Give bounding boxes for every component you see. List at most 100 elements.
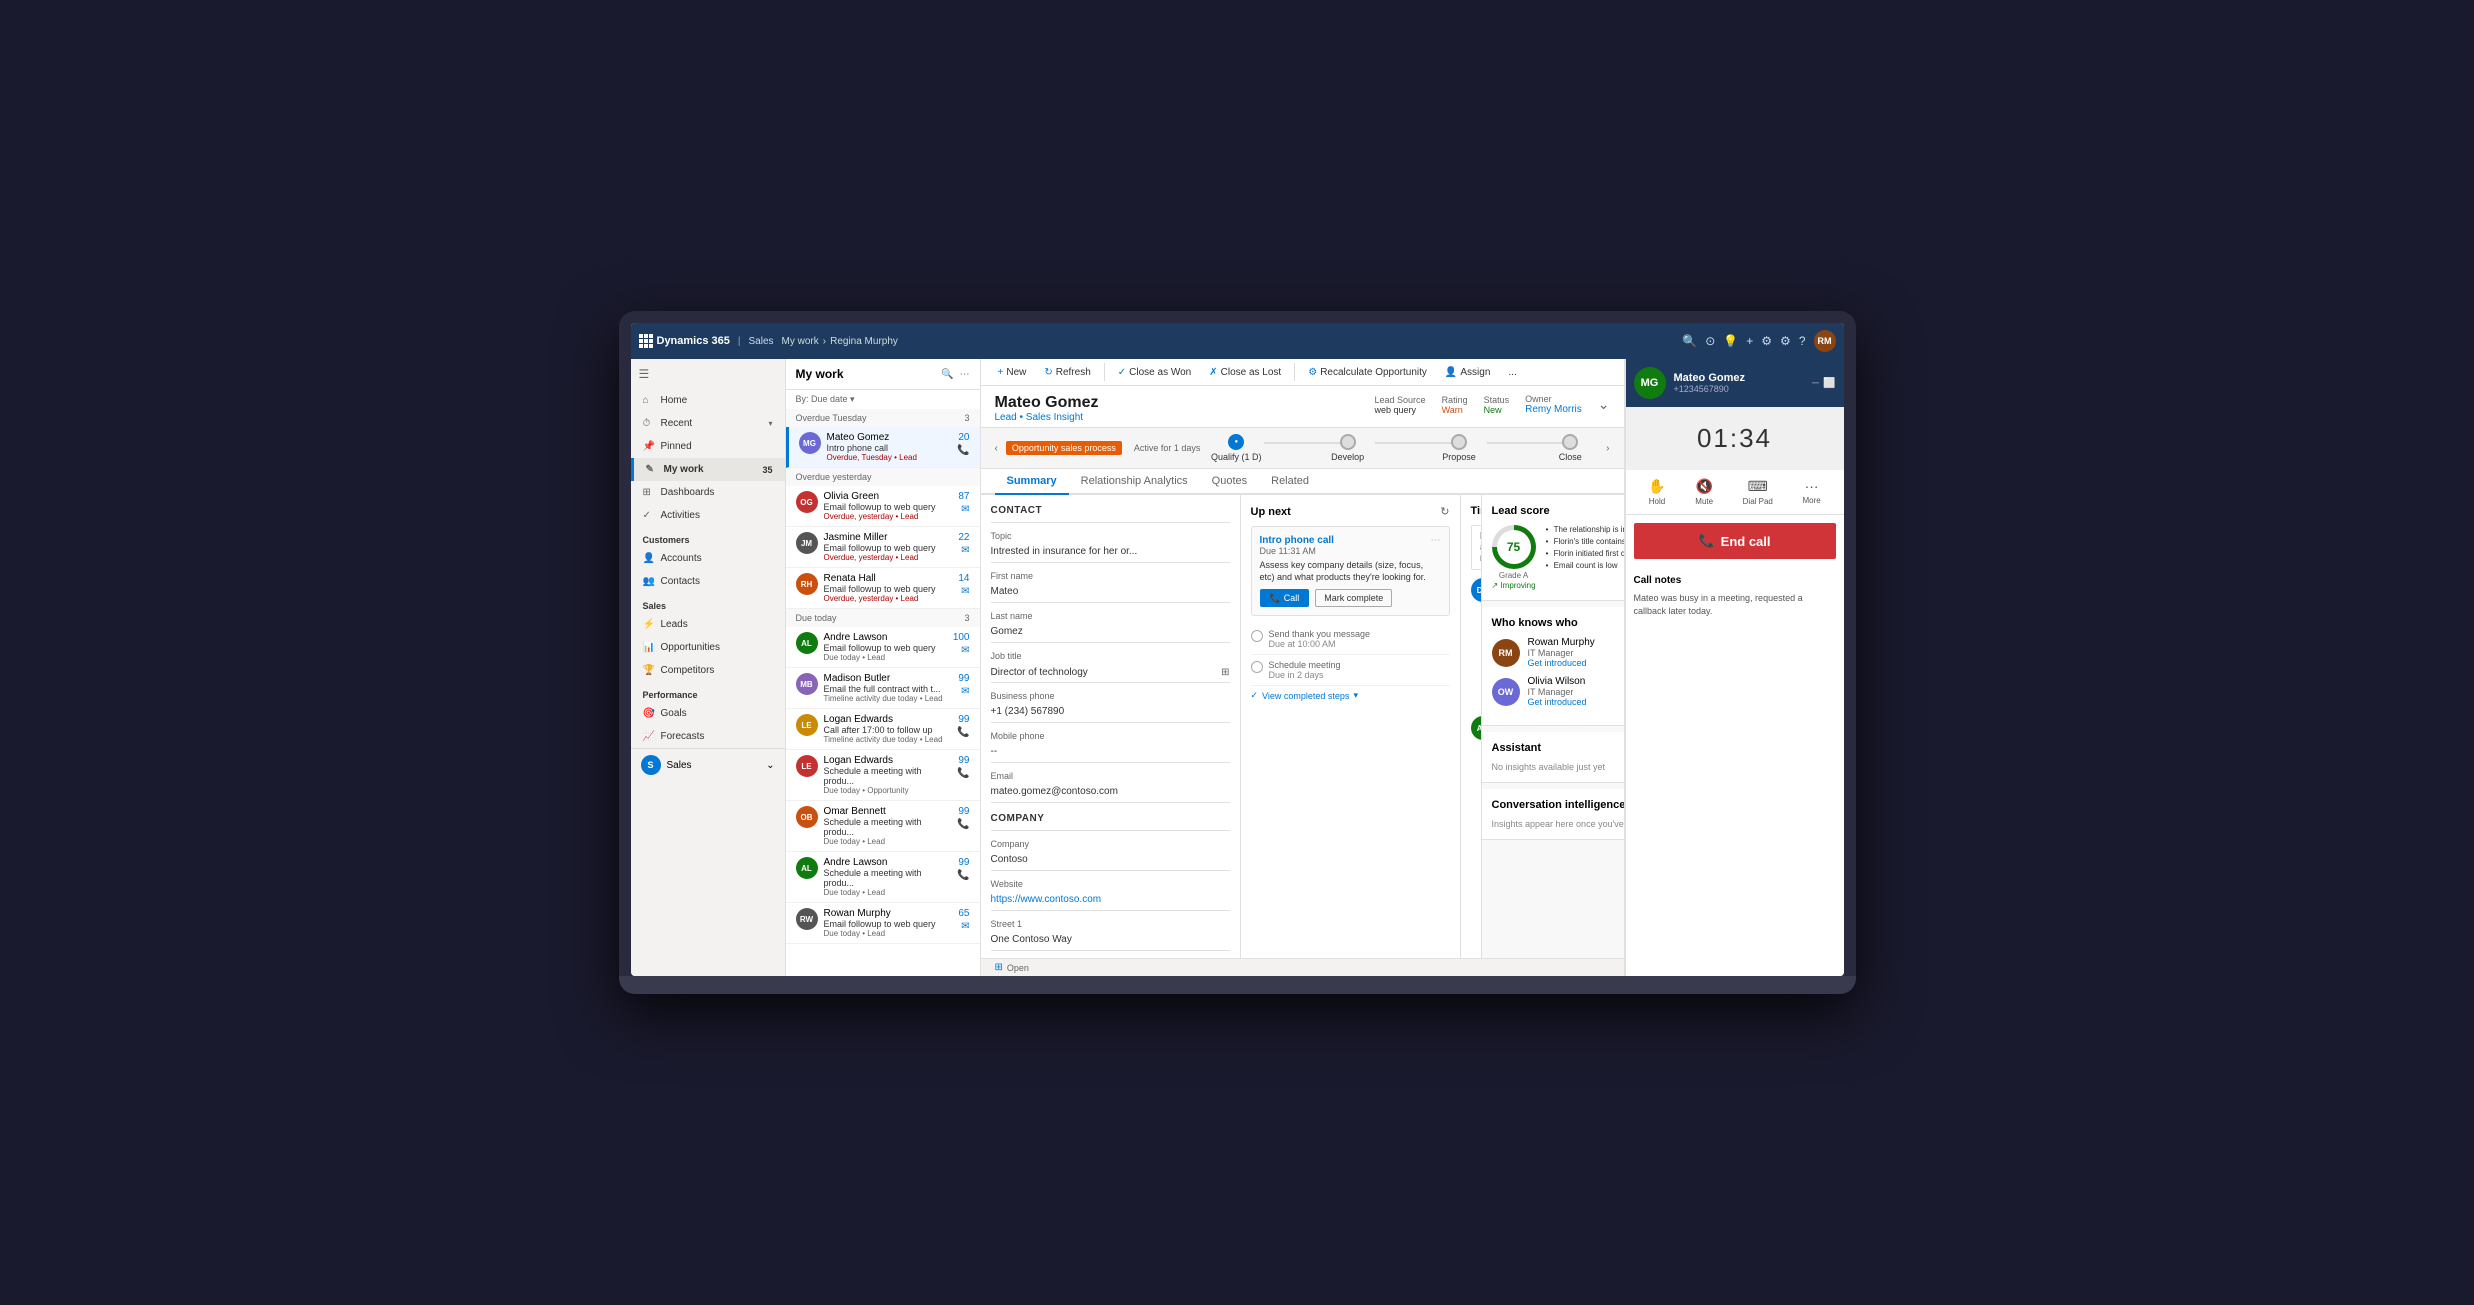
mywork-badge: 35: [762, 465, 772, 475]
app-brand[interactable]: Dynamics 365: [639, 334, 730, 348]
process-forward-chevron[interactable]: ›: [1606, 443, 1609, 454]
mywork-item-renata[interactable]: RH Renata Hall Email followup to web que…: [786, 568, 980, 609]
sidebar-item-leads[interactable]: ⚡ Leads: [631, 613, 785, 636]
mywork-filter[interactable]: By: Due date ▾: [786, 390, 980, 409]
dialpad-button[interactable]: ⌨ Dial Pad: [1743, 478, 1773, 506]
tab-relationship[interactable]: Relationship Analytics: [1069, 469, 1200, 495]
owner-value[interactable]: Remy Morris: [1525, 404, 1582, 415]
sidebar-item-goals[interactable]: 🎯 Goals: [631, 702, 785, 725]
propose-label: Propose: [1442, 452, 1476, 462]
mywork-item-madison[interactable]: MB Madison Butler Email the full contrac…: [786, 668, 980, 709]
sidebar-item-activities[interactable]: ✓ Activities: [631, 504, 785, 527]
breadcrumb-mywork[interactable]: My work: [782, 336, 819, 347]
email-value[interactable]: mateo.gomez@contoso.com: [991, 783, 1230, 803]
sidebar-item-recent[interactable]: ⏱ Recent ▾: [631, 412, 785, 435]
process-active-text: Active for 1 days: [1134, 443, 1201, 453]
end-call-button[interactable]: 📞 End call: [1634, 523, 1836, 559]
settings-icon[interactable]: ⚙: [1780, 334, 1791, 348]
lastname-value[interactable]: Gomez: [991, 623, 1230, 643]
process-back-chevron[interactable]: ‹: [995, 443, 998, 454]
sidebar-item-competitors[interactable]: 🏆 Competitors: [631, 659, 785, 682]
olivia-get-introduced[interactable]: Get introduced: [1528, 697, 1624, 707]
hold-button[interactable]: ✋ Hold: [1648, 478, 1665, 506]
more-label: ...: [1508, 367, 1516, 378]
logan2-phone-icon: 📞: [957, 768, 969, 779]
question-icon[interactable]: ?: [1799, 334, 1806, 348]
record-subtitle[interactable]: Lead • Sales Insight: [995, 412, 1099, 423]
mywork-item-omar[interactable]: OB Omar Bennett Schedule a meeting with …: [786, 801, 980, 852]
close-as-won-label: Close as Won: [1129, 367, 1191, 378]
call-button[interactable]: 📞 Call: [1260, 589, 1310, 607]
assign-button[interactable]: 👤 Assign: [1438, 364, 1497, 381]
process-step-propose[interactable]: Propose: [1431, 434, 1487, 462]
sidebar-item-accounts[interactable]: 👤 Accounts: [631, 547, 785, 570]
sidebar-item-forecasts[interactable]: 📈 Forecasts: [631, 725, 785, 748]
new-icon[interactable]: +: [1746, 334, 1753, 348]
sidebar-item-home[interactable]: ⌂ Home: [631, 389, 785, 412]
sidebar-item-mywork[interactable]: ✎ My work 35: [631, 458, 785, 481]
breadcrumb-contact[interactable]: Regina Murphy: [830, 336, 898, 347]
record-rating: Rating Warn: [1442, 395, 1468, 415]
mywork-item-olivia[interactable]: OG Olivia Green Email followup to web qu…: [786, 486, 980, 527]
pending-name-2: Schedule meeting: [1269, 660, 1341, 670]
mobile-value[interactable]: --: [991, 743, 1230, 763]
maximize-icon[interactable]: ⬜: [1823, 378, 1835, 389]
mywork-item-logan1[interactable]: LE Logan Edwards Call after 17:00 to fol…: [786, 709, 980, 750]
record-expand-icon[interactable]: ⌄: [1598, 396, 1610, 413]
mark-complete-button[interactable]: Mark complete: [1315, 589, 1392, 607]
more-button[interactable]: ...: [1501, 364, 1523, 381]
recent-nav-icon: ⏱: [643, 418, 655, 429]
rowan-get-introduced[interactable]: Get introduced: [1528, 658, 1624, 668]
help-icon[interactable]: 💡: [1723, 334, 1738, 348]
mywork-item-andre2[interactable]: AL Andre Lawson Schedule a meeting with …: [786, 852, 980, 903]
end-call-label: End call: [1721, 534, 1771, 549]
topic-value[interactable]: Intrested in insurance for her or...: [991, 543, 1230, 563]
filter-icon[interactable]: ⚙: [1761, 334, 1772, 348]
street-value[interactable]: One Contoso Way: [991, 931, 1230, 951]
refresh-button[interactable]: ↻ Refresh: [1037, 364, 1097, 381]
mute-button[interactable]: 🔇 Mute: [1695, 478, 1713, 506]
mywork-item-jasmine[interactable]: JM Jasmine Miller Email followup to web …: [786, 527, 980, 568]
module-name[interactable]: Sales: [749, 336, 774, 347]
view-completed[interactable]: ✓ View completed steps ▾: [1251, 686, 1450, 701]
sidebar-bottom-nav[interactable]: S Sales ⌄: [631, 748, 785, 781]
hamburger-icon[interactable]: ☰: [631, 359, 785, 389]
process-step-qualify[interactable]: Qualify (1 D): [1208, 434, 1264, 462]
bizphone-value[interactable]: +1 (234) 567890: [991, 703, 1230, 723]
firstname-value[interactable]: Mateo: [991, 583, 1230, 603]
mywork-item-andre[interactable]: AL Andre Lawson Email followup to web qu…: [786, 627, 980, 668]
process-step-develop[interactable]: Develop: [1320, 434, 1376, 462]
close-as-won-button[interactable]: ✓ Close as Won: [1111, 364, 1198, 381]
mywork-item-mateo[interactable]: MG Mateo Gomez Intro phone call Overdue,…: [786, 427, 980, 468]
mywork-item-rowan[interactable]: RW Rowan Murphy Email followup to web qu…: [786, 903, 980, 944]
hold-label: Hold: [1649, 497, 1665, 506]
due-today-count: 3: [964, 613, 969, 623]
mateo-action: Intro phone call: [827, 443, 952, 453]
minimize-icon[interactable]: ─: [1812, 378, 1819, 389]
sidebar-item-contacts[interactable]: 👥 Contacts: [631, 570, 785, 593]
mywork-search-icon[interactable]: 🔍: [941, 369, 953, 380]
activity-more-icon[interactable]: ⋯: [1431, 535, 1441, 546]
sidebar-item-dashboards[interactable]: ⊞ Dashboards: [631, 481, 785, 504]
upnext-refresh-icon[interactable]: ↻: [1440, 505, 1449, 518]
search-icon[interactable]: 🔍: [1682, 334, 1697, 348]
tab-summary[interactable]: Summary: [995, 469, 1069, 495]
waffle-icon[interactable]: [639, 334, 653, 348]
mywork-item-logan2[interactable]: LE Logan Edwards Schedule a meeting with…: [786, 750, 980, 801]
mywork-more-icon[interactable]: ⋯: [960, 369, 970, 380]
company-value[interactable]: Contoso: [991, 851, 1230, 871]
tab-quotes[interactable]: Quotes: [1200, 469, 1259, 495]
website-value[interactable]: https://www.contoso.com: [991, 891, 1230, 911]
sidebar-item-opportunities[interactable]: 📊 Opportunities: [631, 636, 785, 659]
close-as-lost-button[interactable]: ✗ Close as Lost: [1202, 364, 1288, 381]
recalculate-button[interactable]: ⚙ Recalculate Opportunity: [1301, 364, 1434, 381]
new-button[interactable]: + New: [991, 364, 1034, 381]
user-avatar[interactable]: RM: [1814, 330, 1836, 352]
more-call-button[interactable]: ··· More: [1802, 478, 1820, 506]
jobtitle-value[interactable]: Director of technology ⊞: [991, 663, 1230, 683]
timeline-note-input[interactable]: Enter a note... 🎤: [1471, 525, 1481, 570]
tab-related[interactable]: Related: [1259, 469, 1321, 495]
recent-icon[interactable]: ⊙: [1705, 334, 1715, 348]
sidebar-item-pinned[interactable]: 📌 Pinned: [631, 435, 785, 458]
process-step-close[interactable]: Close: [1542, 434, 1598, 462]
